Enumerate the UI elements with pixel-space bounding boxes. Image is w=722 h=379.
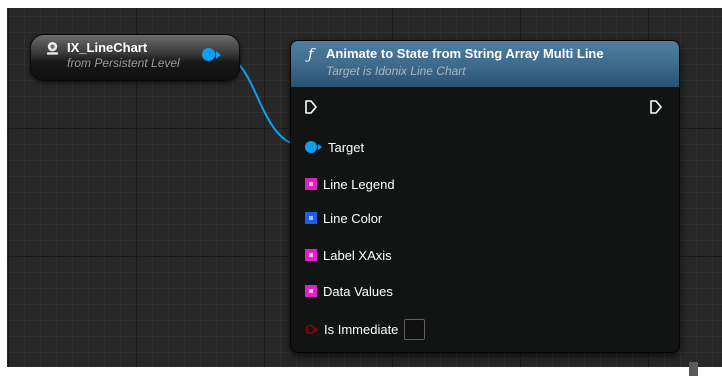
exec-output-icon[interactable] (650, 100, 662, 114)
string-array-icon[interactable] (305, 249, 317, 261)
string-array-icon[interactable] (305, 178, 317, 190)
pin-label-data-values: Data Values (323, 283, 393, 299)
is-immediate-checkbox[interactable] (404, 318, 426, 340)
pin-label-line-legend: Line Legend (323, 176, 395, 192)
object-pin-icon[interactable] (305, 141, 317, 153)
pin-line-legend[interactable]: Line Legend (305, 174, 395, 194)
variable-output-pin[interactable] (202, 48, 215, 61)
function-title: Animate to State from String Array Multi… (326, 46, 604, 61)
pin-label-line-color: Line Color (323, 210, 383, 226)
pin-is-immediate[interactable]: Is Immediate (305, 318, 426, 340)
pin-line-color[interactable]: Line Color (305, 208, 382, 228)
bool-pin-icon[interactable] (305, 324, 318, 335)
pin-data-values[interactable]: Data Values (305, 281, 393, 301)
pin-target[interactable]: Target (305, 137, 364, 157)
exec-input-icon[interactable] (305, 100, 317, 114)
color-array-icon[interactable] (305, 212, 317, 224)
pin-arrow-icon (318, 144, 322, 150)
world-icon (46, 41, 59, 55)
variable-output-arrow-icon (216, 51, 221, 59)
pin-label-label-xaxis: Label XAxis (323, 247, 392, 263)
function-icon: ƒ (308, 45, 314, 63)
function-node-header[interactable]: ƒ Animate to State from String Array Mul… (291, 41, 679, 87)
function-subtitle: Target is Idonix Line Chart (326, 64, 466, 78)
pin-label-target: Target (328, 139, 365, 155)
variable-subtitle: from Persistent Level (67, 56, 180, 70)
variable-title: IX_LineChart (67, 40, 148, 55)
pin-label-is-immediate: Is Immediate (324, 321, 399, 337)
string-array-icon[interactable] (305, 285, 317, 297)
function-node[interactable]: ƒ Animate to State from String Array Mul… (290, 40, 680, 353)
pin-label-xaxis[interactable]: Label XAxis (305, 245, 392, 265)
